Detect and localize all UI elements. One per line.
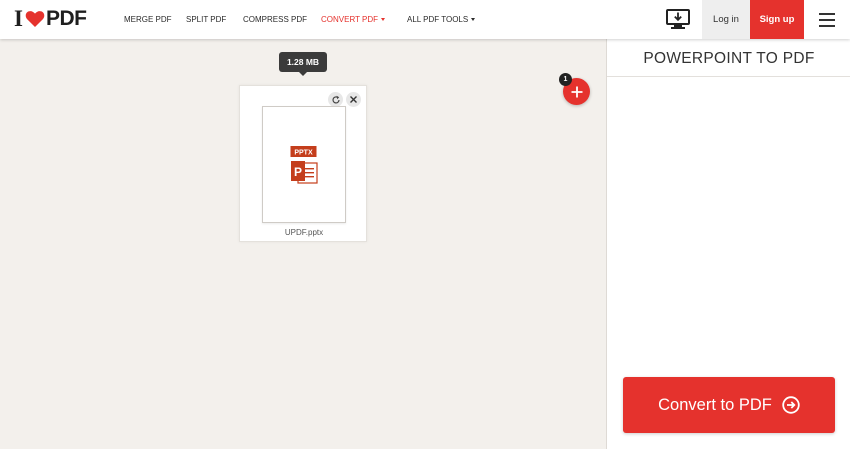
logo-pdf-text: PDF bbox=[45, 7, 87, 30]
file-size-tooltip: 1.28 MB bbox=[279, 52, 327, 76]
pptx-file-icon: PPTX P bbox=[290, 146, 318, 184]
nav-split-pdf[interactable]: SPLIT PDF bbox=[186, 15, 226, 24]
logo-letter-i: I bbox=[14, 6, 23, 31]
desktop-app-button[interactable] bbox=[664, 6, 692, 32]
hamburger-menu-icon[interactable] bbox=[815, 12, 839, 28]
login-button[interactable]: Log in bbox=[702, 0, 750, 39]
tool-sidebar: POWERPOINT TO PDF Convert to PDF bbox=[606, 39, 850, 449]
sidebar-title: POWERPOINT TO PDF bbox=[607, 39, 850, 77]
nav-all-pdf-tools[interactable]: ALL PDF TOOLS bbox=[407, 15, 476, 24]
caret-down-icon bbox=[381, 18, 386, 21]
pptx-badge-text: PPTX bbox=[294, 150, 313, 157]
nav-merge-pdf[interactable]: MERGE PDF bbox=[124, 15, 172, 24]
rotate-icon[interactable] bbox=[328, 92, 343, 107]
top-navbar: I PDF MERGE PDF SPLIT PDF COMPRESS PDF C… bbox=[0, 0, 850, 39]
nav-convert-pdf-label: CONVERT PDF bbox=[321, 15, 379, 24]
close-icon[interactable] bbox=[346, 92, 361, 107]
nav-all-pdf-tools-label: ALL PDF TOOLS bbox=[407, 15, 469, 24]
convert-button-label: Convert to PDF bbox=[658, 395, 772, 414]
svg-text:P: P bbox=[294, 165, 302, 179]
file-card[interactable]: PPTX P UPDF.pptx bbox=[239, 85, 367, 242]
plus-icon bbox=[571, 86, 582, 97]
nav-compress-pdf[interactable]: COMPRESS PDF bbox=[243, 15, 307, 24]
ilovepdf-logo[interactable]: I PDF bbox=[14, 6, 87, 31]
file-count-badge: 1 bbox=[559, 73, 572, 86]
caret-down-icon bbox=[471, 18, 476, 21]
file-thumbnail: PPTX P bbox=[262, 106, 346, 223]
convert-to-pdf-button[interactable]: Convert to PDF bbox=[623, 377, 835, 433]
heart-icon bbox=[25, 11, 45, 27]
arrow-circle-right-icon bbox=[782, 396, 800, 414]
nav-convert-pdf[interactable]: CONVERT PDF bbox=[321, 15, 386, 24]
signup-button[interactable]: Sign up bbox=[750, 0, 804, 39]
desktop-download-icon bbox=[666, 8, 690, 29]
file-name: UPDF.pptx bbox=[284, 228, 324, 237]
